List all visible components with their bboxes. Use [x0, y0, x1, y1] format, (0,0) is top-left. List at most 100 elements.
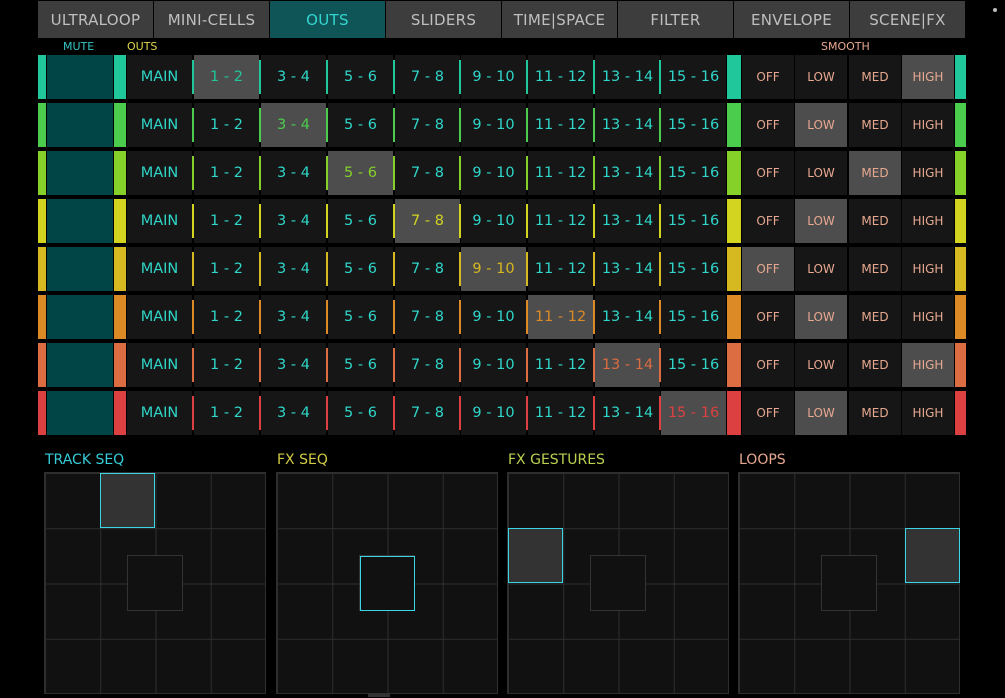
pad-cursor[interactable] [904, 528, 960, 584]
out-option-13-14[interactable]: 13 - 14 [595, 103, 660, 147]
out-option-15-16[interactable]: 15 - 16 [661, 55, 726, 99]
out-option-7-8[interactable]: 7 - 8 [395, 391, 460, 435]
out-option-13-14[interactable]: 13 - 14 [595, 247, 660, 291]
tab-ultraloop[interactable]: ULTRALOOP [38, 1, 153, 38]
xy-pad-fx-seq[interactable] [276, 472, 498, 694]
out-option-7-8[interactable]: 7 - 8 [395, 295, 460, 339]
out-option-9-10[interactable]: 9 - 10 [461, 151, 526, 195]
out-option-9-10[interactable]: 9 - 10 [461, 199, 526, 243]
smooth-low-button[interactable]: LOW [795, 391, 847, 435]
out-option-5-6[interactable]: 5 - 6 [328, 151, 393, 195]
smooth-low-button[interactable]: LOW [795, 103, 847, 147]
out-option-7-8[interactable]: 7 - 8 [395, 103, 460, 147]
smooth-low-button[interactable]: LOW [795, 247, 847, 291]
out-option-5-6[interactable]: 5 - 6 [328, 103, 393, 147]
out-option-11-12[interactable]: 11 - 12 [528, 343, 593, 387]
out-option-5-6[interactable]: 5 - 6 [328, 343, 393, 387]
out-option-3-4[interactable]: 3 - 4 [261, 295, 326, 339]
smooth-med-button[interactable]: MED [849, 55, 901, 99]
tab-sliders[interactable]: SLIDERS [386, 1, 501, 38]
out-option-15-16[interactable]: 15 - 16 [661, 103, 726, 147]
smooth-med-button[interactable]: MED [849, 151, 901, 195]
out-option-11-12[interactable]: 11 - 12 [528, 247, 593, 291]
xy-pad-loops[interactable] [738, 472, 960, 694]
out-option-3-4[interactable]: 3 - 4 [261, 343, 326, 387]
mute-button[interactable] [47, 55, 113, 99]
out-option-15-16[interactable]: 15 - 16 [661, 391, 726, 435]
xy-pad-fx-gestures[interactable] [507, 472, 729, 694]
smooth-high-button[interactable]: HIGH [902, 343, 954, 387]
out-option-1-2[interactable]: 1 - 2 [194, 295, 259, 339]
out-option-5-6[interactable]: 5 - 6 [328, 247, 393, 291]
out-option-7-8[interactable]: 7 - 8 [395, 55, 460, 99]
out-option-main[interactable]: MAIN [127, 343, 192, 387]
out-option-13-14[interactable]: 13 - 14 [595, 55, 660, 99]
pad-cursor[interactable] [359, 555, 415, 611]
smooth-med-button[interactable]: MED [849, 391, 901, 435]
mute-button[interactable] [47, 103, 113, 147]
smooth-low-button[interactable]: LOW [795, 151, 847, 195]
tab-filter[interactable]: FILTER [618, 1, 733, 38]
smooth-high-button[interactable]: HIGH [902, 391, 954, 435]
smooth-off-button[interactable]: OFF [742, 391, 794, 435]
out-option-3-4[interactable]: 3 - 4 [261, 103, 326, 147]
out-option-5-6[interactable]: 5 - 6 [328, 391, 393, 435]
out-option-1-2[interactable]: 1 - 2 [194, 55, 259, 99]
out-option-13-14[interactable]: 13 - 14 [595, 343, 660, 387]
smooth-off-button[interactable]: OFF [742, 343, 794, 387]
out-option-11-12[interactable]: 11 - 12 [528, 199, 593, 243]
smooth-off-button[interactable]: OFF [742, 199, 794, 243]
mute-button[interactable] [47, 391, 113, 435]
out-option-11-12[interactable]: 11 - 12 [528, 103, 593, 147]
pad-cursor[interactable] [100, 473, 156, 528]
out-option-15-16[interactable]: 15 - 16 [661, 343, 726, 387]
smooth-med-button[interactable]: MED [849, 295, 901, 339]
out-option-3-4[interactable]: 3 - 4 [261, 247, 326, 291]
tab-outs[interactable]: OUTS [270, 1, 385, 38]
smooth-off-button[interactable]: OFF [742, 151, 794, 195]
out-option-7-8[interactable]: 7 - 8 [395, 199, 460, 243]
smooth-low-button[interactable]: LOW [795, 55, 847, 99]
mute-button[interactable] [47, 343, 113, 387]
out-option-7-8[interactable]: 7 - 8 [395, 247, 460, 291]
out-option-13-14[interactable]: 13 - 14 [595, 391, 660, 435]
smooth-med-button[interactable]: MED [849, 343, 901, 387]
out-option-9-10[interactable]: 9 - 10 [461, 295, 526, 339]
smooth-low-button[interactable]: LOW [795, 295, 847, 339]
out-option-15-16[interactable]: 15 - 16 [661, 247, 726, 291]
out-option-main[interactable]: MAIN [127, 199, 192, 243]
smooth-high-button[interactable]: HIGH [902, 247, 954, 291]
out-option-15-16[interactable]: 15 - 16 [661, 199, 726, 243]
out-option-1-2[interactable]: 1 - 2 [194, 343, 259, 387]
tab-envelope[interactable]: ENVELOPE [734, 1, 849, 38]
out-option-3-4[interactable]: 3 - 4 [261, 391, 326, 435]
out-option-1-2[interactable]: 1 - 2 [194, 199, 259, 243]
out-option-7-8[interactable]: 7 - 8 [395, 151, 460, 195]
smooth-off-button[interactable]: OFF [742, 103, 794, 147]
out-option-1-2[interactable]: 1 - 2 [194, 391, 259, 435]
out-option-13-14[interactable]: 13 - 14 [595, 199, 660, 243]
out-option-9-10[interactable]: 9 - 10 [461, 343, 526, 387]
mute-button[interactable] [47, 151, 113, 195]
out-option-3-4[interactable]: 3 - 4 [261, 151, 326, 195]
out-option-11-12[interactable]: 11 - 12 [528, 55, 593, 99]
out-option-3-4[interactable]: 3 - 4 [261, 55, 326, 99]
out-option-main[interactable]: MAIN [127, 295, 192, 339]
smooth-low-button[interactable]: LOW [795, 199, 847, 243]
mute-button[interactable] [47, 295, 113, 339]
out-option-5-6[interactable]: 5 - 6 [328, 199, 393, 243]
smooth-high-button[interactable]: HIGH [902, 151, 954, 195]
out-option-3-4[interactable]: 3 - 4 [261, 199, 326, 243]
smooth-high-button[interactable]: HIGH [902, 295, 954, 339]
out-option-9-10[interactable]: 9 - 10 [461, 391, 526, 435]
out-option-1-2[interactable]: 1 - 2 [194, 247, 259, 291]
smooth-high-button[interactable]: HIGH [902, 55, 954, 99]
out-option-11-12[interactable]: 11 - 12 [528, 295, 593, 339]
smooth-off-button[interactable]: OFF [742, 295, 794, 339]
mute-button[interactable] [47, 247, 113, 291]
out-option-1-2[interactable]: 1 - 2 [194, 103, 259, 147]
out-option-9-10[interactable]: 9 - 10 [461, 247, 526, 291]
smooth-med-button[interactable]: MED [849, 199, 901, 243]
smooth-off-button[interactable]: OFF [742, 55, 794, 99]
out-option-5-6[interactable]: 5 - 6 [328, 55, 393, 99]
